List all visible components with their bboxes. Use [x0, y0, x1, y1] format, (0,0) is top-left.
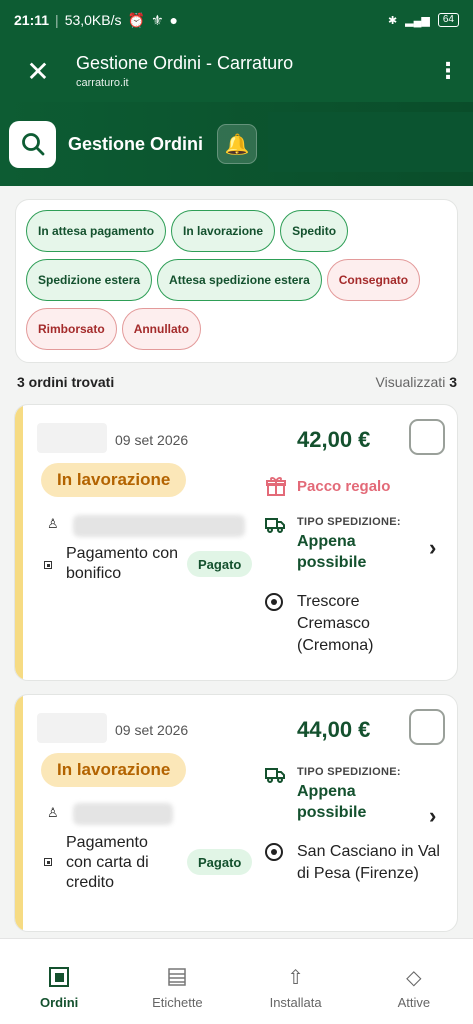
- app-url: carraturo.it: [76, 77, 129, 89]
- results-summary: 3 ordini trovati Visualizzati 3: [17, 374, 457, 390]
- payment-method: Pagamento con carta di credito: [66, 834, 149, 891]
- nav-label: Installata: [269, 995, 322, 1010]
- select-checkbox[interactable]: [409, 419, 445, 455]
- payment-method: Pagamento con bonifico: [66, 545, 179, 582]
- shipping-location: Trescore Cremasco (Cremona): [297, 593, 374, 654]
- gift-label: Pacco regalo: [265, 475, 390, 497]
- diamond-icon: ◇: [406, 966, 422, 989]
- upload-arrow-icon: ⇧: [287, 966, 304, 989]
- network-speed: 53,0KB/s: [64, 12, 122, 28]
- chevron-right-icon[interactable]: ›: [429, 803, 436, 829]
- nav-label: Attive: [397, 995, 431, 1010]
- bottom-navigation: Ordini Etichette ⇧ Installata ◇ Attive: [0, 938, 473, 1024]
- battery-icon: 64: [437, 13, 459, 27]
- shown-count: Visualizzati 3: [376, 374, 457, 390]
- filter-attesa-spedizione-estera[interactable]: Attesa spedizione estera: [157, 259, 322, 301]
- app-notification-icon-2: ●: [169, 12, 178, 28]
- status-stripe: [15, 695, 23, 931]
- order-date: 09 set 2026: [115, 432, 189, 448]
- page-title: Gestione Ordini: [68, 133, 204, 154]
- list-icon: [168, 968, 187, 986]
- app-notification-icon: ⚜: [150, 11, 164, 28]
- paid-badge: Pagato: [187, 849, 253, 875]
- person-icon: ♙: [47, 516, 59, 531]
- shown-label: Visualizzati: [375, 374, 446, 390]
- filter-spedito[interactable]: Spedito: [280, 210, 349, 252]
- gift-text: Pacco regalo: [297, 477, 391, 495]
- person-icon: ♙: [47, 805, 59, 820]
- notifications-button[interactable]: 🔔: [217, 124, 258, 164]
- bluetooth-icon: ✱: [387, 14, 398, 27]
- alarm-icon: ⏰: [127, 11, 145, 28]
- location-icon: [265, 843, 283, 861]
- filter-consegnato[interactable]: Consegnato: [326, 259, 421, 301]
- payment-icon: [44, 858, 52, 866]
- paid-badge: Pagato: [187, 551, 253, 577]
- bell-icon: 🔔: [224, 133, 250, 156]
- shown-number: 3: [449, 374, 457, 390]
- truck-icon: [265, 518, 285, 533]
- truck-icon: [265, 768, 285, 783]
- filter-annullato[interactable]: Annullato: [121, 308, 202, 350]
- orders-found-count: 3 ordini trovati: [17, 374, 115, 390]
- search-icon: [21, 133, 44, 156]
- payment-icon: [44, 561, 52, 569]
- status-stripe: [15, 405, 23, 680]
- filter-spedizione-estera[interactable]: Spedizione estera: [26, 259, 153, 301]
- status-badge: In lavorazione: [41, 463, 187, 497]
- shipping-type-label: TIPO SPEDIZIONE:: [297, 516, 401, 528]
- order-date: 09 set 2026: [115, 722, 189, 738]
- status-bar: 21:11 | 53,0KB/s ⏰ ⚜ ● ✱ ▂▄▆ 64: [0, 0, 473, 40]
- status-badge: In lavorazione: [41, 753, 187, 787]
- order-price: 42,00 €: [297, 427, 371, 452]
- location-icon: [265, 593, 283, 611]
- order-id-redacted: [37, 713, 107, 743]
- order-id-redacted: [37, 423, 107, 453]
- nav-item-attive[interactable]: ◇ Attive: [355, 939, 473, 1024]
- nav-label: Ordini: [39, 995, 79, 1010]
- signal-icon: ▂▄▆: [405, 14, 430, 27]
- page-header: Gestione Ordini 🔔: [0, 102, 473, 186]
- nav-item-installata[interactable]: ⇧ Installata: [237, 939, 355, 1024]
- more-options-icon[interactable]: ⋮: [423, 58, 473, 84]
- nav-item-ordini[interactable]: Ordini: [0, 939, 118, 1024]
- shipping-type-label: TIPO SPEDIZIONE:: [297, 766, 401, 778]
- order-card[interactable]: 09 set 2026 44,00 € In lavorazione TIPO …: [14, 694, 458, 932]
- shipping-location: San Casciano in Val di Pesa (Firenze): [297, 843, 440, 882]
- customer-name-redacted: [73, 803, 173, 825]
- box-icon: [49, 967, 70, 987]
- shipping-type-value: Appena possibile: [297, 533, 367, 571]
- shipping-type-value: Appena possibile: [297, 783, 367, 821]
- status-filters: In attesa pagamento In lavorazione Spedi…: [15, 199, 458, 363]
- customer-name-redacted: [73, 515, 245, 537]
- header-hidden-area: [268, 112, 473, 172]
- order-price: 44,00 €: [297, 717, 371, 742]
- select-checkbox[interactable]: [409, 709, 445, 745]
- nav-item-etichette[interactable]: Etichette: [118, 939, 236, 1024]
- gift-icon: [266, 477, 286, 496]
- nav-label: Etichette: [152, 995, 203, 1010]
- app-title: Gestione Ordini - Carraturo: [76, 53, 294, 73]
- filter-in-attesa-pagamento[interactable]: In attesa pagamento: [26, 210, 167, 252]
- filter-rimborsato[interactable]: Rimborsato: [26, 308, 117, 350]
- app-bar: ✕ Gestione Ordini - Carraturo carraturo.…: [0, 40, 473, 102]
- status-time: 21:11: [14, 12, 50, 28]
- filter-in-lavorazione[interactable]: In lavorazione: [171, 210, 276, 252]
- search-button[interactable]: [9, 120, 56, 168]
- chevron-right-icon[interactable]: ›: [429, 535, 436, 561]
- close-icon[interactable]: ✕: [0, 55, 76, 88]
- order-card[interactable]: 09 set 2026 42,00 € In lavorazione Pacco…: [14, 404, 458, 681]
